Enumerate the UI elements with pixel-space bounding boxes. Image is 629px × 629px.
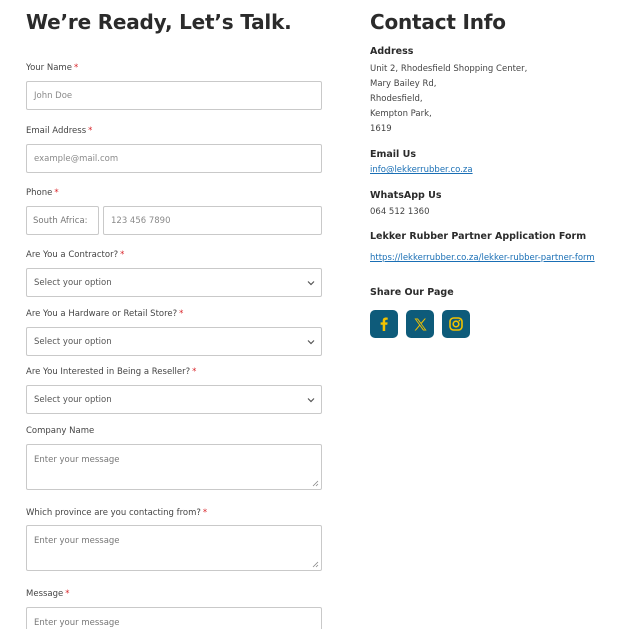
x-button[interactable] xyxy=(406,310,434,338)
contractor-label: Are You a Contractor? * xyxy=(26,250,125,260)
message-label: Message * xyxy=(26,589,70,599)
chevron-down-icon xyxy=(307,281,315,286)
resize-grip-icon[interactable] xyxy=(312,561,319,568)
instagram-icon xyxy=(449,317,463,331)
province-placeholder: Enter your message xyxy=(34,536,120,546)
chevron-down-icon xyxy=(307,398,315,403)
whatsapp-number: 064 512 1360 xyxy=(370,207,430,217)
facebook-icon xyxy=(380,317,388,331)
address-line: 1619 xyxy=(370,124,392,134)
company-textarea[interactable]: Enter your message xyxy=(26,444,322,490)
address-line: Kempton Park, xyxy=(370,109,432,119)
partner-heading: Lekker Rubber Partner Application Form xyxy=(370,231,587,242)
facebook-button[interactable] xyxy=(370,310,398,338)
contractor-value: Select your option xyxy=(34,278,112,288)
x-icon xyxy=(414,318,427,330)
instagram-button[interactable] xyxy=(442,310,470,338)
hardware-value: Select your option xyxy=(34,337,112,347)
company-placeholder: Enter your message xyxy=(34,455,120,465)
company-label: Company Name xyxy=(26,426,95,436)
reseller-value: Select your option xyxy=(34,395,112,405)
partner-form-link[interactable]: https://lekkerrubber.co.za/lekker-rubber… xyxy=(370,253,595,263)
address-line: Mary Bailey Rd, xyxy=(370,79,437,89)
contact-title: Contact Info xyxy=(370,10,506,34)
chevron-down-icon xyxy=(307,340,315,345)
phone-label: Phone * xyxy=(26,188,59,198)
country-code-value: South Africa: xyxy=(33,216,88,226)
phone-input[interactable]: 123 456 7890 xyxy=(103,206,322,235)
address-line: Rhodesfield, xyxy=(370,94,423,104)
province-textarea[interactable]: Enter your message xyxy=(26,525,322,571)
province-label: Which province are you contacting from? * xyxy=(26,508,208,518)
email-link[interactable]: info@lekkerrubber.co.za xyxy=(370,165,473,175)
hardware-label: Are You a Hardware or Retail Store? * xyxy=(26,309,184,319)
whatsapp-heading: WhatsApp Us xyxy=(370,190,442,201)
reseller-label: Are You Interested in Being a Reseller? * xyxy=(26,367,197,377)
address-line: Unit 2, Rhodesfield Shopping Center, xyxy=(370,64,528,74)
reseller-select[interactable]: Select your option xyxy=(26,385,322,414)
email-heading: Email Us xyxy=(370,149,416,160)
resize-grip-icon[interactable] xyxy=(312,480,319,487)
name-label: Your Name * xyxy=(26,63,79,73)
message-placeholder: Enter your message xyxy=(34,618,120,628)
form-title: We’re Ready, Let’s Talk. xyxy=(26,10,292,34)
email-placeholder: example@mail.com xyxy=(34,154,119,164)
country-code-select[interactable]: South Africa: xyxy=(26,206,99,235)
contractor-select[interactable]: Select your option xyxy=(26,268,322,297)
address-heading: Address xyxy=(370,46,414,57)
phone-placeholder: 123 456 7890 xyxy=(111,216,171,226)
share-heading: Share Our Page xyxy=(370,287,454,298)
hardware-select[interactable]: Select your option xyxy=(26,327,322,356)
name-placeholder: John Doe xyxy=(34,91,73,101)
name-input[interactable]: John Doe xyxy=(26,81,322,110)
email-label: Email Address * xyxy=(26,126,93,136)
message-textarea[interactable]: Enter your message xyxy=(26,607,322,629)
email-input[interactable]: example@mail.com xyxy=(26,144,322,173)
